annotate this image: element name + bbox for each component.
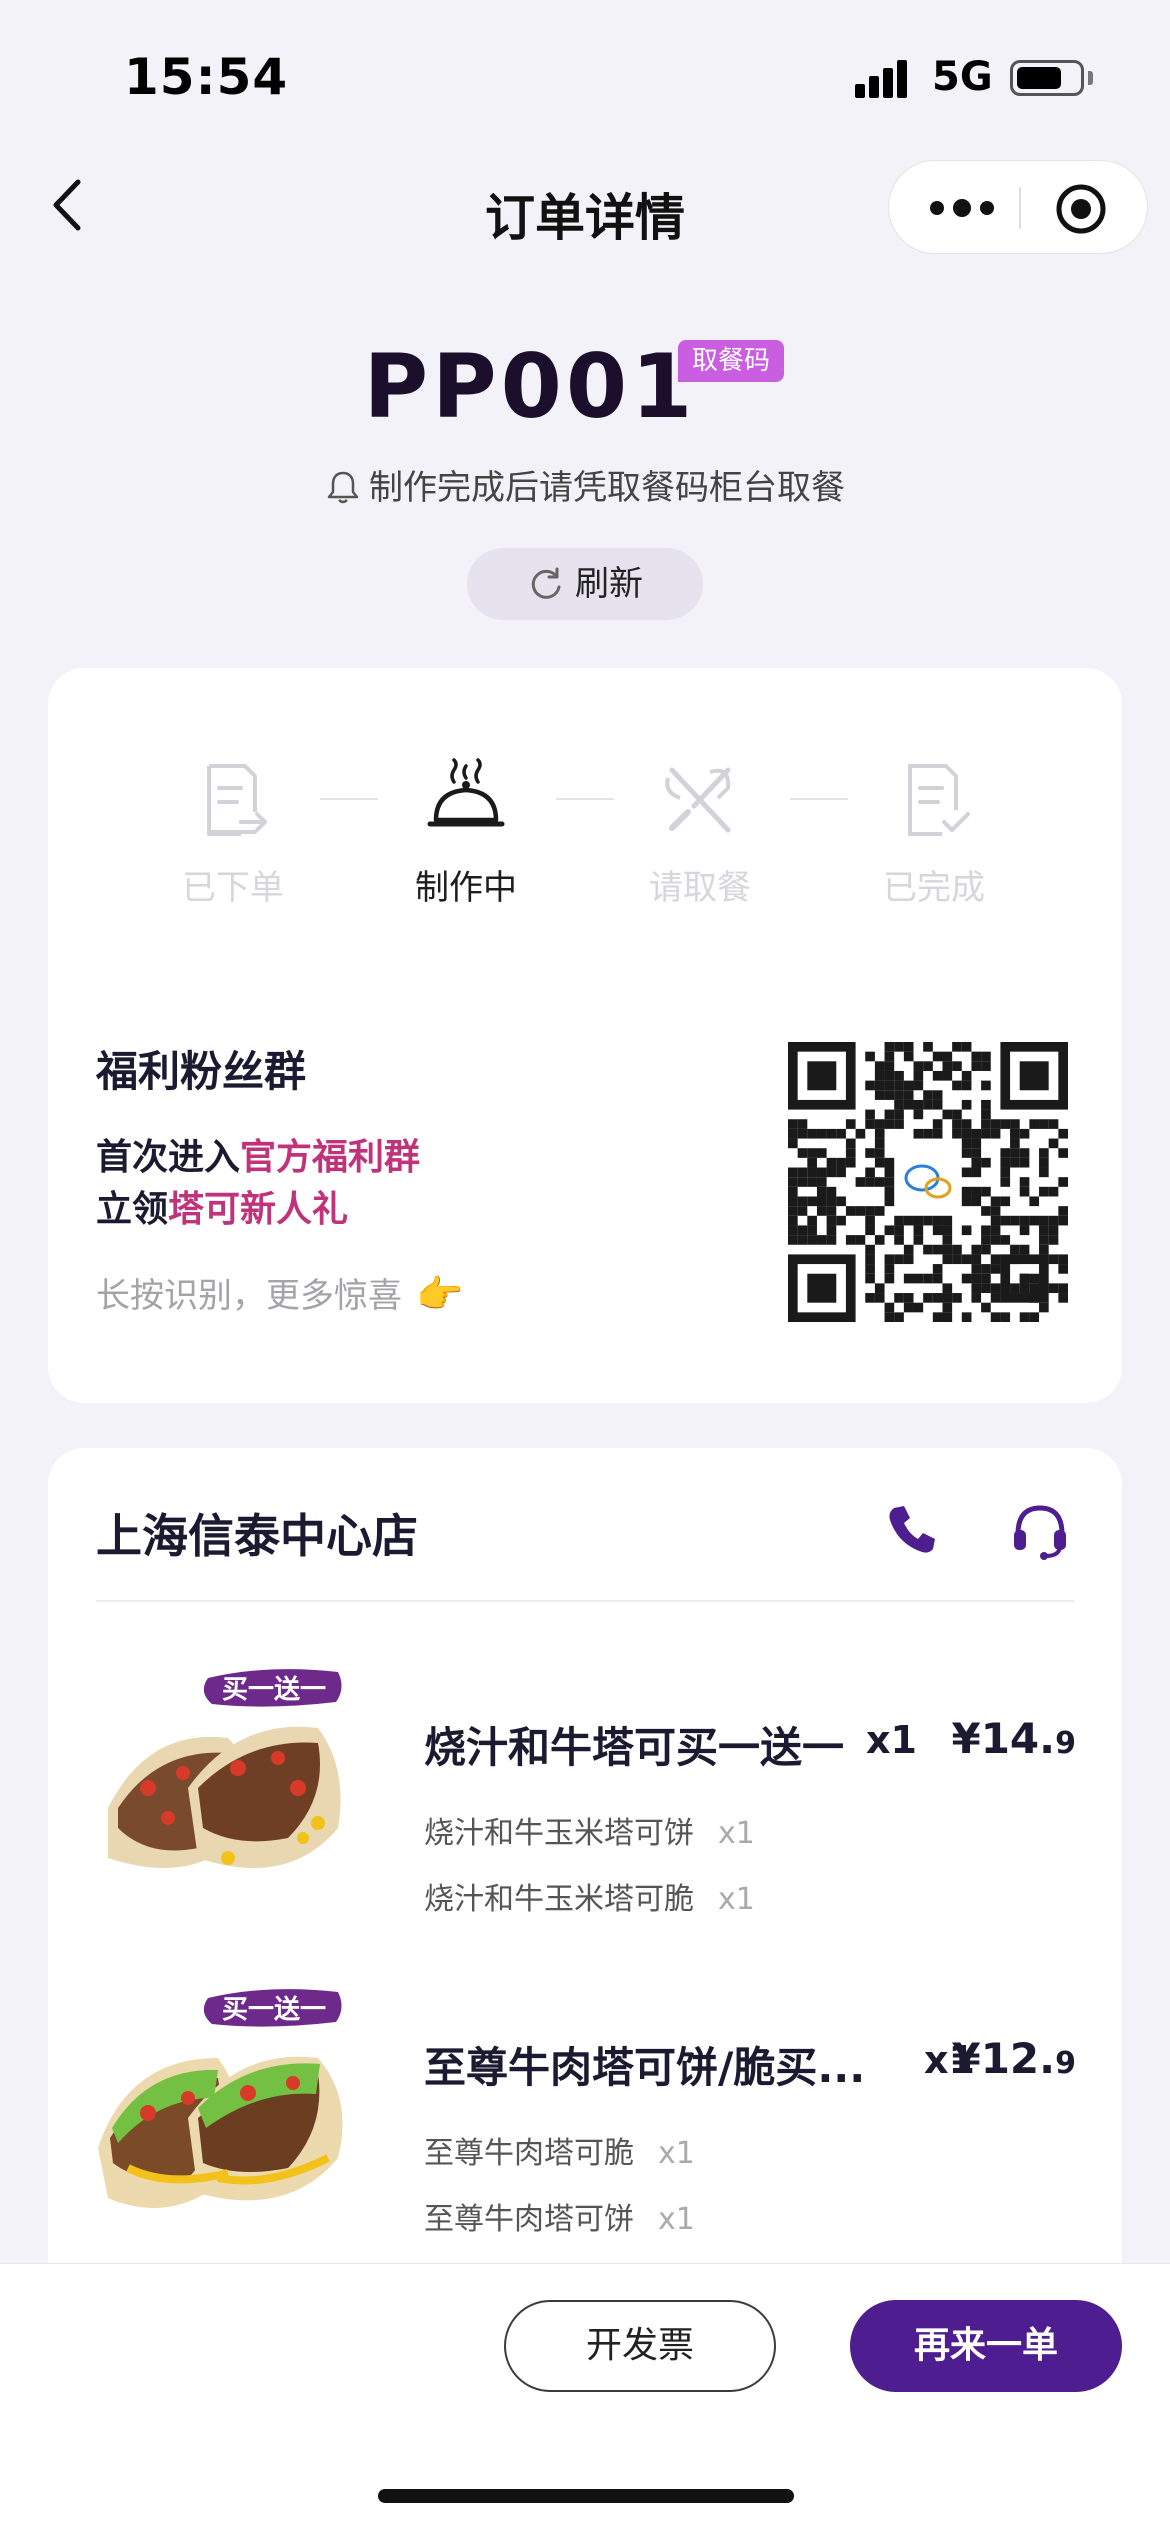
sub-item-qty: x1 (718, 1882, 755, 1917)
step-ordered: 已下单 (133, 758, 333, 909)
sub-item-name: 至尊牛肉塔可脆 (424, 2136, 634, 2171)
fan-tip-text: 长按识别，更多惊喜 (96, 1276, 402, 1316)
cloche-icon (427, 758, 505, 827)
pickup-code-tag: 取餐码 (678, 340, 785, 382)
battery-icon (1010, 60, 1084, 96)
item-badge: 买一送一 (222, 1995, 326, 2025)
step-label: 已完成 (883, 868, 985, 908)
refresh-icon (531, 567, 561, 599)
sub-item-qty: x1 (718, 1816, 755, 1851)
bell-icon (327, 471, 359, 504)
step-label: 已下单 (182, 868, 284, 908)
refresh-button[interactable]: 刷新 (467, 548, 703, 620)
price-decimal: 9 (1055, 2046, 1076, 2081)
step-cooking: 制作中 (366, 758, 566, 909)
fan-group-title: 福利粉丝群 (96, 1047, 307, 1096)
close-miniprogram-button[interactable] (1055, 183, 1107, 235)
more-dots-icon (930, 199, 994, 217)
item-name: 至尊牛肉塔可饼/脆买... (424, 2043, 866, 2092)
target-icon (1056, 184, 1106, 234)
refresh-label: 刷新 (575, 564, 643, 604)
fan-line1-prefix: 首次进入 (96, 1137, 241, 1178)
invoice-button[interactable]: 开发票 (504, 2300, 776, 2392)
taco-image: 买一送一 (98, 1989, 343, 2208)
item-price: ¥14.9 (951, 1714, 1076, 1763)
item-qty: x1 (866, 1718, 917, 1762)
doc-check-icon (908, 764, 970, 836)
order-progress-card: 已下单 制作中 请取餐 已完成 福利粉丝群 首次进入官方福利群 立领塔可新人礼 … (48, 668, 1122, 1403)
sub-item-qty: x1 (658, 2202, 695, 2237)
sub-item-qty: x1 (658, 2136, 695, 2171)
capsule-divider (1019, 187, 1021, 229)
signal-icon (855, 58, 915, 98)
sub-item: 至尊牛肉塔可脆 x1 (424, 2128, 695, 2172)
more-menu-button[interactable] (927, 191, 997, 225)
utensils-icon (665, 767, 731, 833)
sub-item: 至尊牛肉塔可饼 x1 (424, 2194, 695, 2238)
fan-group-line2: 立领塔可新人礼 (96, 1180, 348, 1232)
price-main: ¥14. (951, 1714, 1056, 1763)
customer-service-button[interactable] (1008, 1498, 1072, 1562)
step-ready: 请取餐 (600, 758, 800, 909)
pickup-hint-text: 制作完成后请凭取餐码柜台取餐 (369, 468, 845, 508)
sub-item: 烧汁和牛玉米塔可饼 x1 (424, 1808, 755, 1852)
battery-cap (1088, 71, 1093, 85)
pointing-hand-icon: 👉 (416, 1272, 464, 1316)
pickup-code: PP001 (363, 335, 697, 438)
reorder-button[interactable]: 再来一单 (850, 2300, 1122, 2392)
fan-line1-highlight: 官方福利群 (240, 1137, 421, 1178)
order-item: 买一送一 烧汁和牛塔可买一送一 x1 ¥14.9 烧汁和牛玉米塔可饼 x1 烧汁和… (48, 1658, 1122, 1958)
call-store-button[interactable] (884, 1500, 940, 1556)
status-time: 15:54 (124, 48, 289, 106)
pickup-hint: 制作完成后请凭取餐码柜台取餐 (0, 460, 1170, 509)
store-divider (96, 1600, 1074, 1602)
store-name: 上海信泰中心店 (96, 1509, 418, 1563)
price-decimal: 9 (1055, 1726, 1076, 1761)
item-price: ¥12.9 (951, 2034, 1076, 2083)
home-indicator (378, 2489, 794, 2503)
taco-image: 买一送一 (108, 1669, 342, 1868)
price-main: ¥12. (951, 2034, 1056, 2083)
sub-item-name: 至尊牛肉塔可饼 (424, 2202, 634, 2237)
sub-item-name: 烧汁和牛玉米塔可脆 (424, 1882, 694, 1917)
chat-logo-icon (900, 1154, 956, 1210)
sub-item: 烧汁和牛玉米塔可脆 x1 (424, 1874, 755, 1918)
fan-line2-prefix: 立领 (96, 1189, 169, 1230)
order-item: 买一送一 至尊牛肉塔可饼/脆买... x1 ¥12.9 至尊牛肉塔可脆 x1 至尊… (48, 1978, 1122, 2278)
miniprogram-capsule (888, 160, 1148, 254)
fan-group-tip: 长按识别，更多惊喜 👉 (96, 1268, 463, 1317)
network-label: 5G (932, 54, 993, 100)
item-name: 烧汁和牛塔可买一送一 (424, 1723, 845, 1772)
step-label: 请取餐 (649, 868, 751, 908)
order-doc-icon (207, 764, 267, 836)
fan-group-line1: 首次进入官方福利群 (96, 1128, 420, 1180)
status-bar: 15:54 5G (0, 0, 1170, 150)
headset-icon (1014, 1505, 1066, 1560)
fan-line2-highlight: 塔可新人礼 (168, 1189, 349, 1230)
phone-icon (889, 1506, 935, 1553)
step-completed: 已完成 (834, 758, 1034, 909)
item-badge: 买一送一 (222, 1675, 326, 1705)
sub-item-name: 烧汁和牛玉米塔可饼 (424, 1816, 694, 1851)
step-label: 制作中 (415, 868, 517, 908)
qr-code[interactable] (788, 1042, 1068, 1322)
